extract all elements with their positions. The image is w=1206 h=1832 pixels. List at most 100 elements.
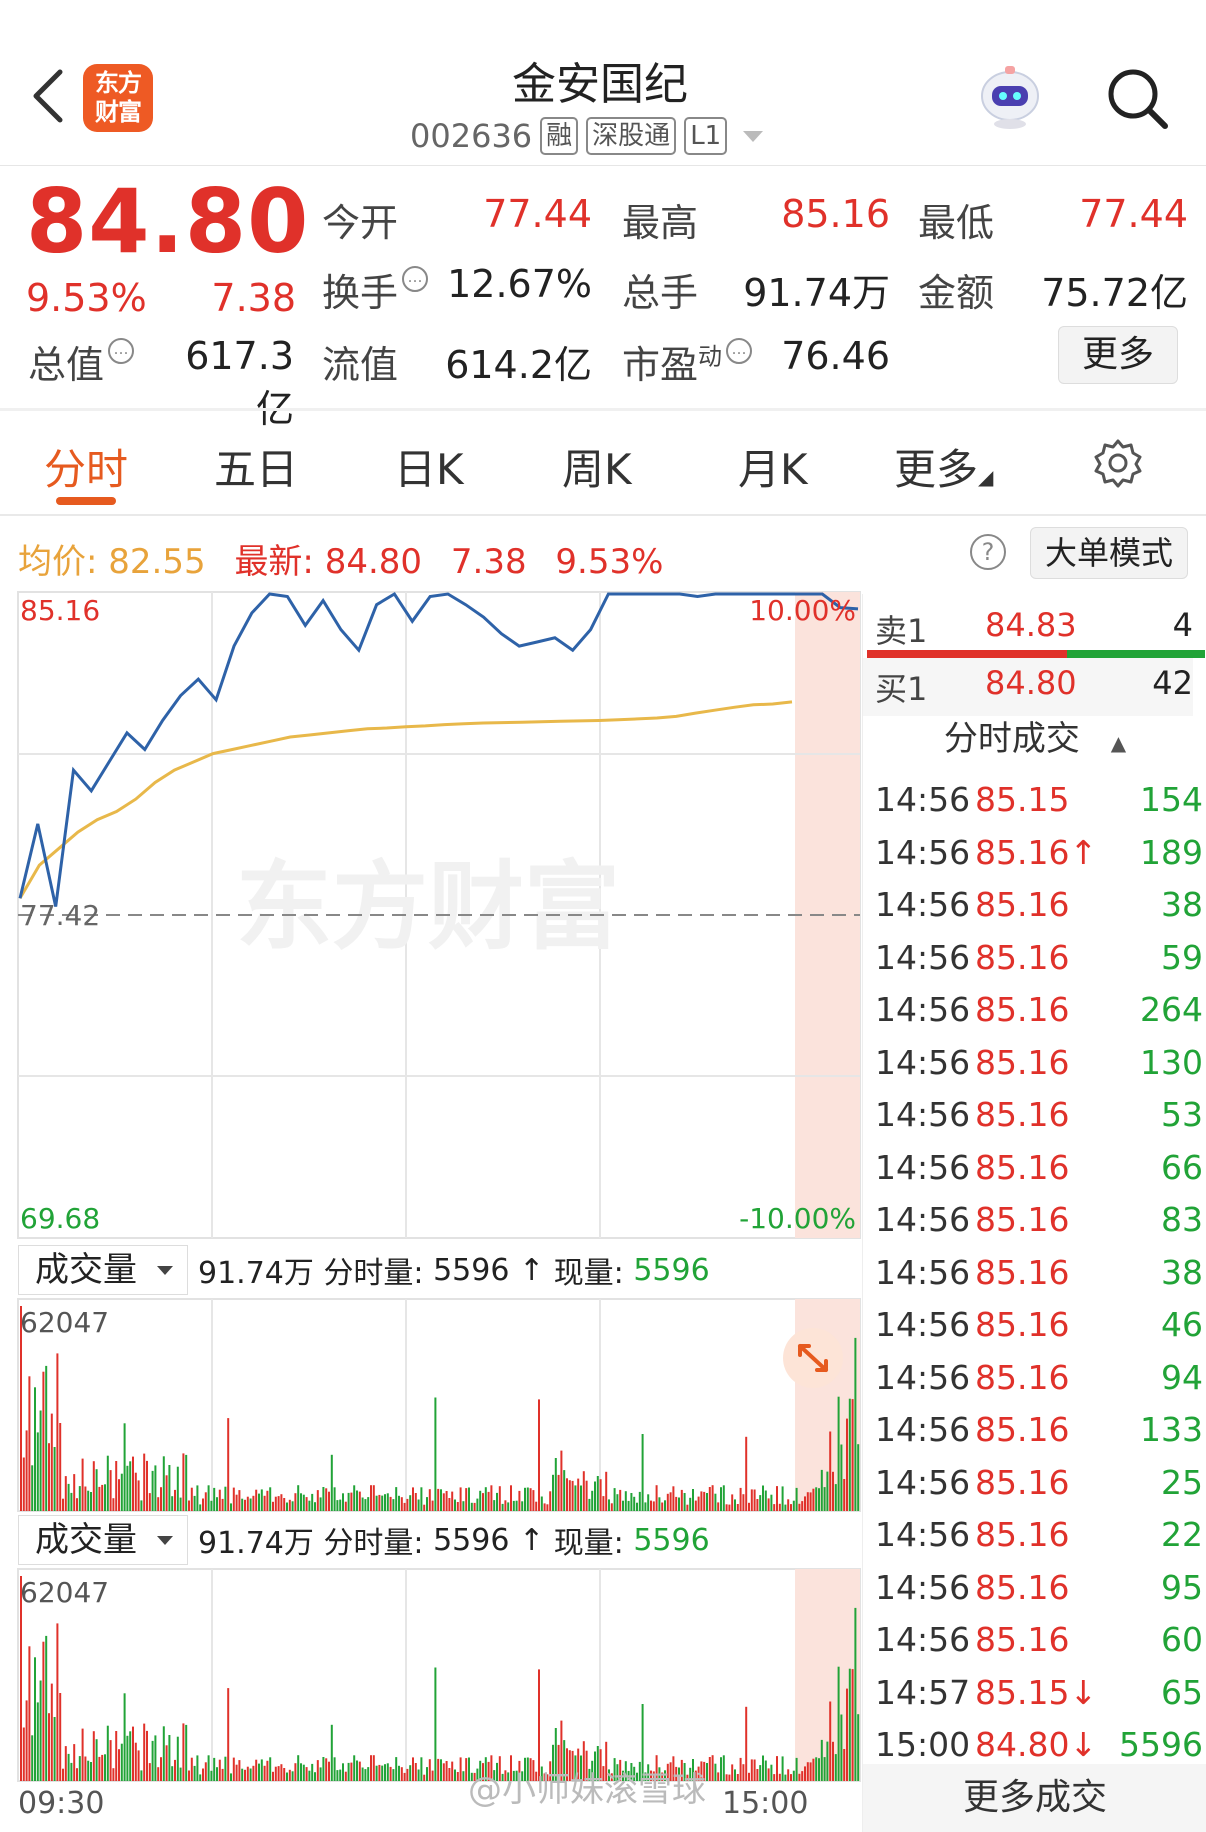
volume-bar (258, 1763, 260, 1781)
volume-bar (140, 1770, 143, 1781)
volume-bar (342, 1493, 344, 1511)
tab-more[interactable]: 更多◢ (894, 436, 993, 497)
trade-volume: 38 (1161, 885, 1203, 924)
volume-bar (823, 1757, 826, 1781)
more-trades-button[interactable]: 更多成交 (863, 1764, 1206, 1832)
caret-down-icon (157, 1266, 173, 1275)
volume-bar (266, 1760, 269, 1781)
volume-bar (157, 1767, 160, 1781)
sort-up-icon: ▲ (1110, 731, 1127, 755)
app-logo[interactable]: 东方 财富 (83, 64, 153, 132)
trade-volume: 83 (1161, 1200, 1203, 1239)
stock-subtitle[interactable]: 002636 融 深股通 L1 (410, 115, 764, 157)
volume-bar (843, 1749, 846, 1781)
volume-bar (216, 1767, 218, 1781)
volume-max-label: 62047 (20, 1306, 109, 1339)
volume-bar (73, 1474, 76, 1511)
volume-bar (778, 1773, 781, 1781)
trade-row: 14:56 85.16 46 (875, 1305, 1203, 1357)
volume-bar (196, 1755, 199, 1781)
volume-bar (764, 1490, 767, 1511)
volume-bar (790, 1774, 792, 1781)
volume-bar (848, 1398, 851, 1511)
more-quote-button[interactable]: 更多 (1058, 326, 1178, 384)
volume-bar (98, 1756, 101, 1781)
info-icon[interactable]: … (726, 338, 753, 364)
help-icon[interactable]: ? (970, 534, 1006, 570)
volume-bar (160, 1487, 162, 1511)
volume-bar (120, 1473, 123, 1511)
volume-bar (728, 1504, 731, 1511)
trade-row: 14:56 85.16 95 (875, 1568, 1203, 1620)
volume-bar (339, 1769, 342, 1781)
trade-time: 14:56 (875, 1095, 971, 1134)
volume-bar (742, 1764, 745, 1781)
volume-bar (423, 1504, 426, 1511)
volume-bar (440, 1489, 442, 1511)
tab-five-day[interactable]: 五日 (214, 436, 298, 497)
trade-time: 14:56 (875, 1357, 971, 1397)
volume-bar (361, 1767, 364, 1781)
volume-bar (543, 1503, 546, 1511)
trade-volume: 95 (1161, 1567, 1203, 1607)
volume-bar (538, 1399, 540, 1511)
volume-bar (168, 1735, 171, 1781)
volume-bar (140, 1500, 143, 1511)
trade-row: 14:56 85.16 60 (875, 1620, 1203, 1672)
trade-volume: 130 (1140, 1042, 1203, 1082)
volume-bar (412, 1487, 414, 1511)
volume-bar (146, 1460, 148, 1511)
tab-weekly-k[interactable]: 周K (562, 436, 632, 497)
expand-icon[interactable] (783, 1328, 843, 1388)
caret-down-icon (157, 1536, 173, 1545)
volume-chart-2[interactable]: 62047 (0, 1568, 862, 1782)
intraday-price-chart[interactable]: 东方财富 85.16 10.00% 77.42 69.68 -10.00% (0, 590, 862, 1240)
volume-bar (322, 1487, 325, 1511)
volume-bar (104, 1484, 106, 1511)
volume-bar (610, 1503, 613, 1511)
trade-time: 14:56 (875, 832, 971, 872)
volume-bar (384, 1764, 386, 1781)
volume-bar (42, 1371, 45, 1511)
y-axis-min-label: 69.68 (20, 1202, 100, 1235)
volume-bar (854, 1337, 857, 1511)
trades-header[interactable]: 分时成交 ▲ (863, 706, 1206, 772)
tab-daily-k[interactable]: 日K (394, 436, 464, 497)
volume-bar (274, 1496, 277, 1511)
trade-price: 85.16 (975, 1620, 1070, 1659)
search-icon[interactable] (1105, 66, 1171, 132)
active-tab-indicator (56, 497, 116, 505)
volume-bar (678, 1497, 680, 1511)
robot-assistant-icon[interactable] (972, 62, 1048, 132)
volume-bar (45, 1635, 48, 1781)
volume-bar (700, 1491, 703, 1511)
volume-bar (258, 1493, 260, 1511)
volume-bar (50, 1413, 53, 1511)
volume-bar (210, 1770, 213, 1781)
tab-monthly-k[interactable]: 月K (738, 436, 808, 497)
volume-bar (812, 1488, 815, 1511)
volume-bar (328, 1761, 330, 1781)
volume-bar (398, 1765, 400, 1781)
volume-bar (843, 1479, 846, 1511)
trade-price: 84.80↓ (975, 1725, 1098, 1764)
volume-bar (372, 1485, 375, 1511)
volume-bar (406, 1768, 409, 1781)
gear-icon[interactable] (1093, 438, 1143, 488)
info-icon[interactable]: … (108, 338, 135, 364)
current-volume: 5596 (633, 1522, 710, 1558)
indicator-select[interactable]: 成交量 (18, 1245, 188, 1295)
volume-bar (196, 1485, 199, 1511)
volume-chart-1[interactable]: 62047 (0, 1298, 862, 1512)
info-icon[interactable]: … (402, 266, 429, 292)
tab-intraday[interactable]: 分时 (44, 436, 128, 497)
volume-bar (714, 1763, 717, 1781)
indicator-select[interactable]: 成交量 (18, 1515, 188, 1565)
volume-bar (151, 1470, 154, 1511)
trade-price: 85.16 (975, 1515, 1070, 1554)
volume-bar (213, 1757, 216, 1781)
large-order-mode-button[interactable]: 大单模式 (1030, 527, 1188, 579)
volume-bar (381, 1495, 384, 1511)
y-axis-ref-label: 77.42 (20, 899, 100, 932)
back-arrow-icon[interactable] (26, 66, 70, 126)
